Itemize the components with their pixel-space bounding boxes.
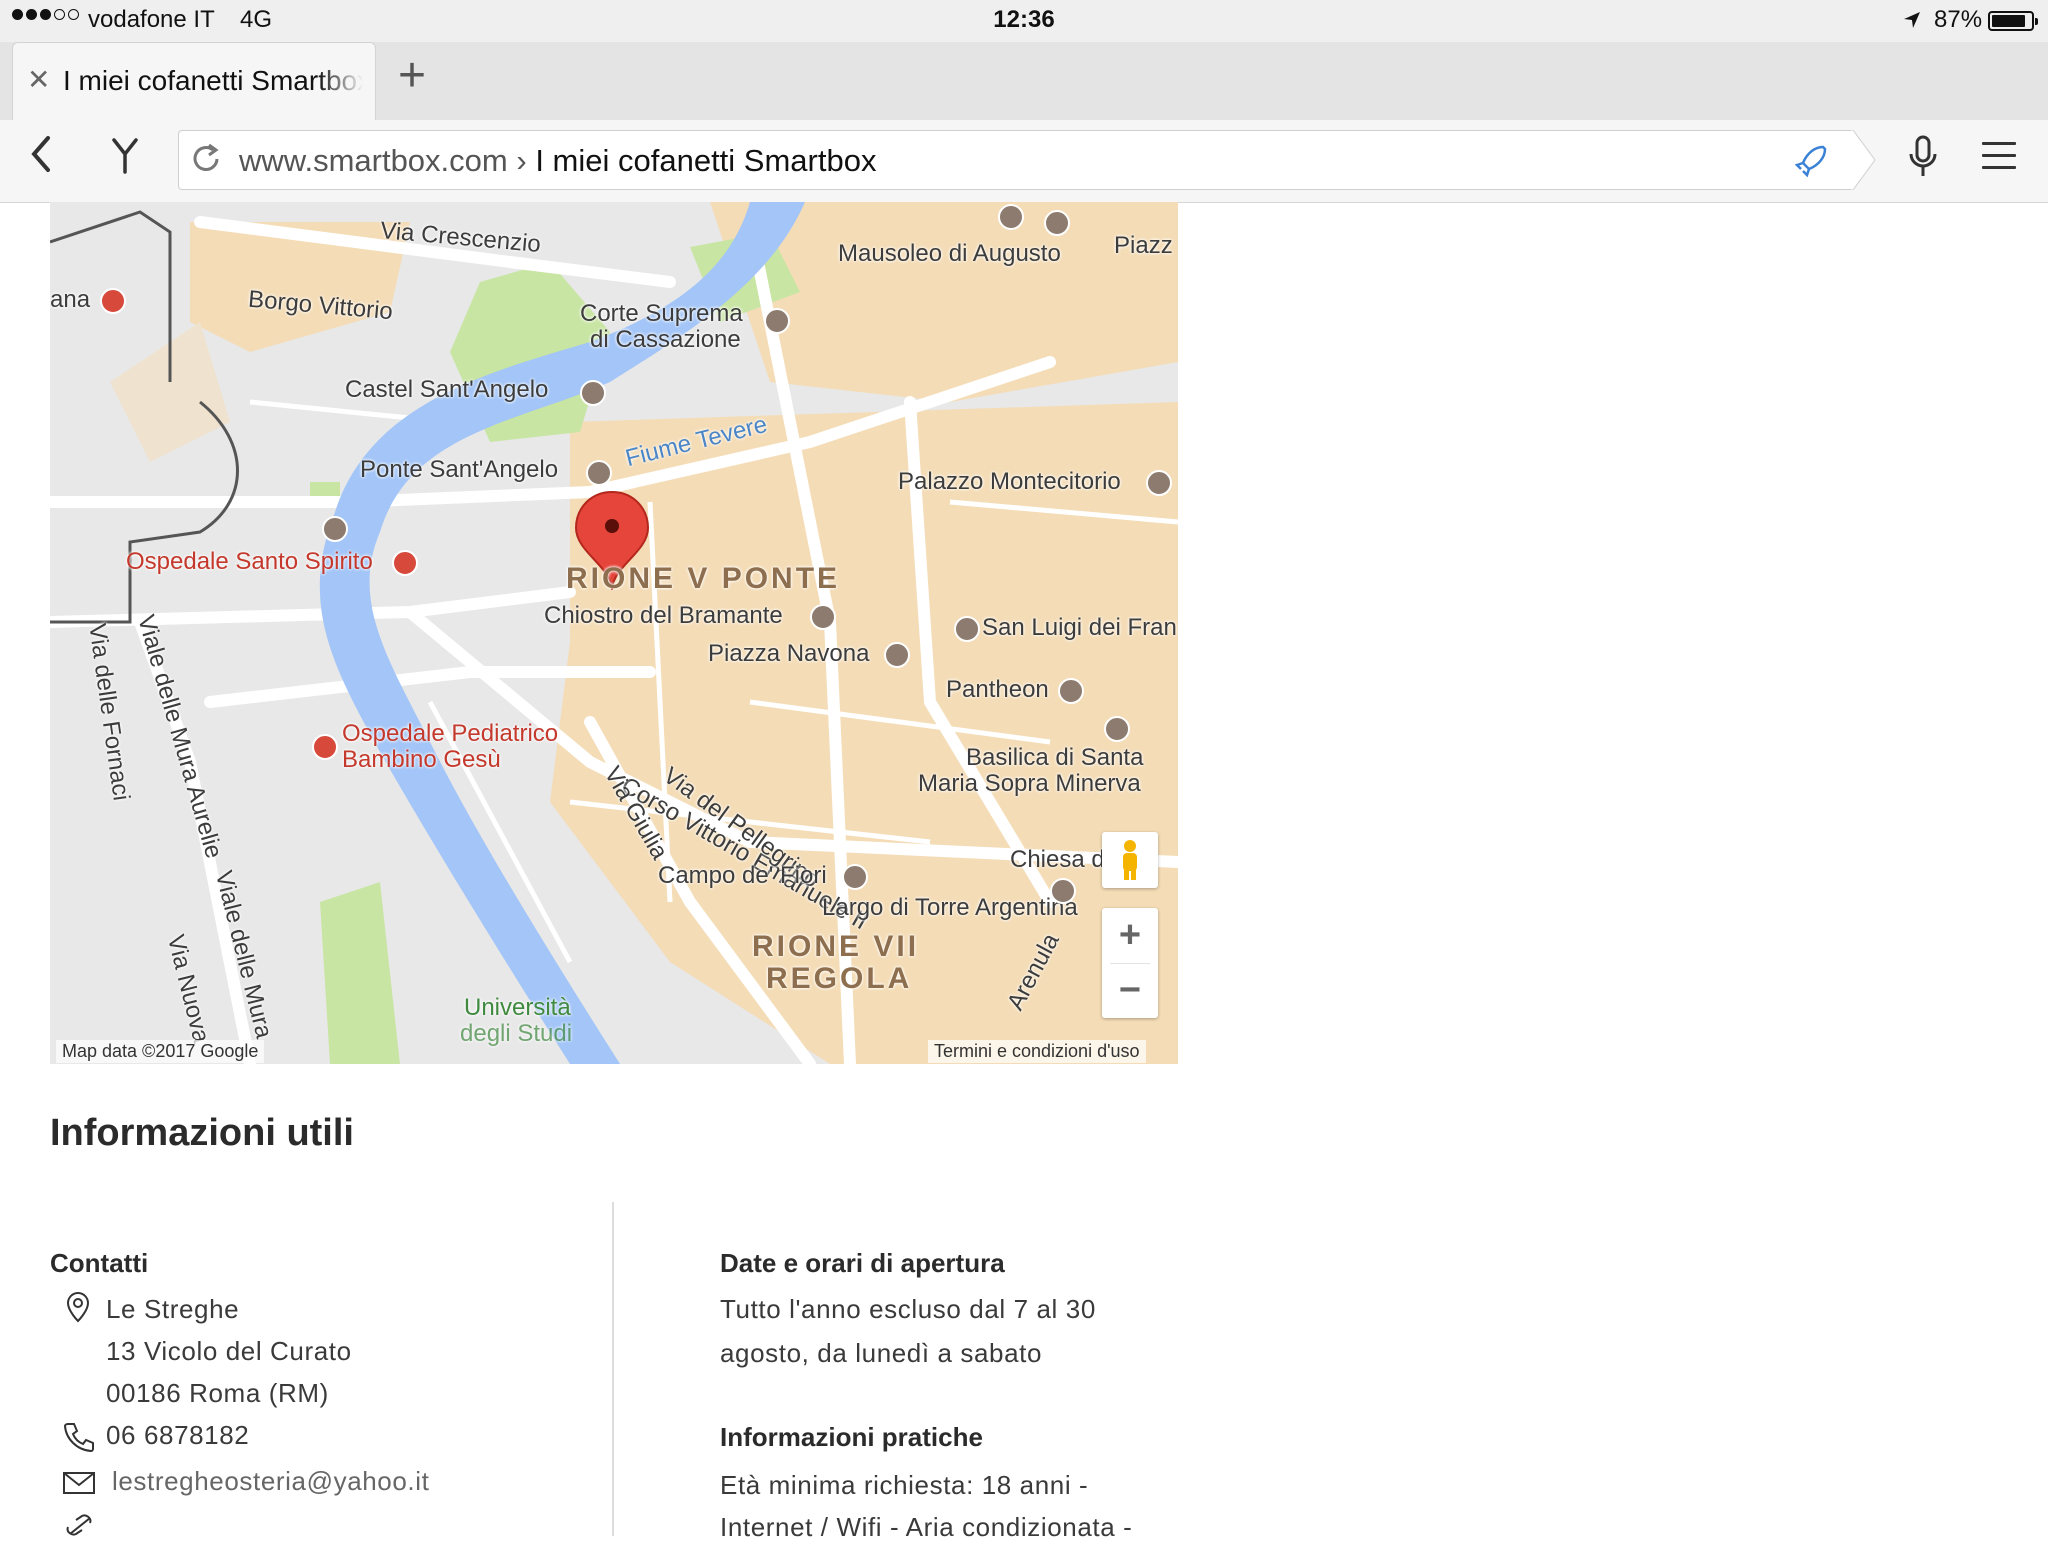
map-attribution: Map data ©2017 Google [56, 1040, 265, 1063]
tab-title: I miei cofanetti Smartbox [63, 65, 363, 96]
menu-icon[interactable] [1982, 142, 2016, 178]
landmark-icon [998, 204, 1024, 230]
map-label: RIONE V PONTE [566, 562, 841, 595]
hours-title: Date e orari di apertura [720, 1248, 1005, 1278]
new-tab-icon[interactable]: + [398, 52, 426, 100]
landmark-icon [322, 516, 348, 542]
map-label: Bambino Gesù [342, 746, 501, 773]
map-label: RIONE VII [752, 930, 920, 963]
contacts-title: Contatti [50, 1248, 149, 1278]
landmark-icon [1104, 716, 1130, 742]
phone-icon [62, 1420, 96, 1459]
map-label: Piazz [1114, 232, 1173, 259]
clock: 12:36 [993, 6, 1055, 33]
map-label: di Cassazione [590, 326, 741, 353]
column-divider [612, 1202, 614, 1536]
landmark-icon [954, 616, 980, 642]
tab-strip: ✕ I miei cofanetti Smartbox + [0, 42, 2048, 120]
zoom-out-button[interactable]: − [1102, 963, 1158, 1018]
email-link[interactable]: lestregheosteria@yahoo.it [112, 1466, 429, 1497]
map-terms-link[interactable]: Termini e condizioni d'uso [928, 1040, 1146, 1063]
yandex-icon[interactable] [108, 136, 142, 183]
map-label: Università [464, 994, 571, 1021]
phone-number[interactable]: 06 6878182 [106, 1420, 249, 1451]
map-label: Piazza Navona [708, 640, 870, 667]
landmark-icon [1050, 878, 1076, 904]
rocket-icon[interactable] [1789, 139, 1833, 188]
address-line: 13 Vicolo del Curato [106, 1336, 352, 1366]
map-label: Chiesa d [1010, 846, 1105, 873]
practical-text: Internet / Wifi - Aria condizionata - [720, 1512, 1133, 1542]
map-label: San Luigi dei Fran [982, 614, 1177, 641]
map-label: Campo de' Fiori [658, 862, 827, 889]
hospital-icon [312, 734, 338, 760]
landmark-icon [884, 642, 910, 668]
location-arrow-icon [1902, 9, 1922, 37]
address-line: Le Streghe [106, 1294, 240, 1324]
hospital-icon [100, 288, 126, 314]
map-label: REGOLA [766, 962, 913, 995]
landmark-icon [1044, 210, 1070, 236]
pegman-icon[interactable] [1102, 832, 1158, 888]
practical-title: Informazioni pratiche [720, 1422, 983, 1452]
landmark-icon [586, 460, 612, 486]
map-label: degli Studi [460, 1020, 573, 1047]
map-label: Castel Sant'Angelo [345, 376, 549, 403]
map-label: Mausoleo di Augusto [838, 240, 1061, 267]
link-icon [62, 1514, 96, 1541]
map-label: Maria Sopra Minerva [918, 770, 1141, 797]
zoom-control: + − [1102, 908, 1158, 1018]
hours-text: agosto, da lunedì a sabato [720, 1338, 1043, 1368]
landmark-icon [1146, 470, 1172, 496]
map-label: Ospedale Pediatrico [342, 720, 559, 747]
microphone-icon[interactable] [1906, 134, 1940, 185]
landmark-icon [810, 604, 836, 630]
practical-text: Età minima richiesta: 18 anni - [720, 1470, 1089, 1500]
landmark-icon [842, 864, 868, 890]
landmark-icon [764, 308, 790, 334]
map-label: ana [50, 286, 91, 313]
hours-text: Tutto l'anno escluso dal 7 al 30 [720, 1294, 1096, 1324]
landmark-icon [580, 380, 606, 406]
reload-icon[interactable] [189, 137, 225, 190]
url-text: www.smartbox.com › I miei cofanetti Smar… [239, 143, 877, 178]
map-label: Corte Suprema [580, 300, 743, 327]
map-label: Basilica di Santa [966, 744, 1144, 771]
landmark-icon [1058, 678, 1084, 704]
location-pin-icon [64, 1290, 92, 1329]
tab-smartbox[interactable]: ✕ I miei cofanetti Smartbox [12, 42, 376, 120]
map-label: Largo di Torre Argentina [822, 894, 1078, 921]
map[interactable]: Via Crescenzio Borgo Vittorio Mausoleo d… [50, 202, 1178, 1064]
battery-icon [1988, 11, 2038, 31]
map-label: Ospedale Santo Spirito [126, 548, 373, 575]
map-label: Pantheon [946, 676, 1049, 703]
browser-toolbar: www.smartbox.com › I miei cofanetti Smar… [0, 120, 2048, 203]
email-icon [62, 1470, 96, 1501]
map-label: Palazzo Montecitorio [898, 468, 1121, 495]
map-label: Chiostro del Bramante [544, 602, 783, 629]
hospital-icon [392, 550, 418, 576]
battery-percent: 87% [1934, 6, 1983, 33]
zoom-in-button[interactable]: + [1102, 908, 1158, 963]
close-tab-icon[interactable]: ✕ [27, 63, 50, 96]
address-line: 00186 Roma (RM) [106, 1378, 329, 1408]
map-label: Ponte Sant'Angelo [360, 456, 559, 483]
address-bar[interactable]: www.smartbox.com › I miei cofanetti Smar… [178, 130, 1876, 190]
section-heading: Informazioni utili [50, 1112, 354, 1154]
status-bar: vodafone IT 4G 12:36 87% [0, 0, 2048, 42]
back-icon[interactable] [26, 132, 56, 185]
